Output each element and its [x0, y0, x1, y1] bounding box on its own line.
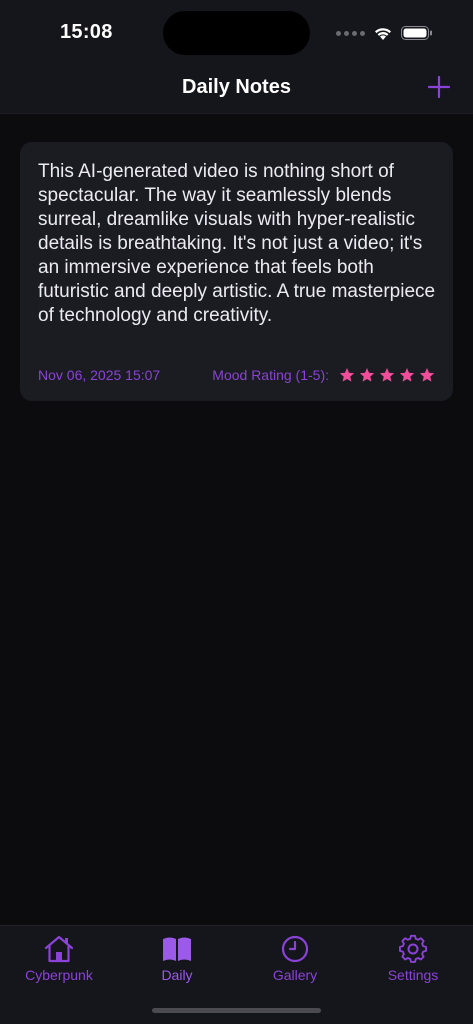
- navigation-bar: Daily Notes: [0, 64, 473, 114]
- star-rating: [339, 367, 435, 383]
- gear-icon: [399, 934, 427, 963]
- notes-list: This AI-generated video is nothing short…: [0, 114, 473, 925]
- wifi-icon: [375, 28, 391, 40]
- note-date: Nov 06, 2025 15:07: [38, 367, 161, 383]
- plus-icon[interactable]: [427, 75, 451, 99]
- tab-label: Gallery: [272, 967, 318, 983]
- star-icon: [419, 368, 435, 382]
- tab-cyberpunk[interactable]: Cyberpunk: [0, 934, 118, 990]
- note-text: This AI-generated video is nothing short…: [38, 161, 436, 326]
- mood-rating-label: Mood Rating (1-5):: [212, 367, 329, 383]
- book-icon: [163, 937, 191, 961]
- home-indicator: [152, 1008, 321, 1013]
- status-time: 15:08: [60, 21, 113, 43]
- tab-label: Cyberpunk: [25, 967, 93, 983]
- tab-label: Daily: [161, 967, 193, 983]
- page-title: Daily Notes: [182, 76, 291, 98]
- tab-gallery[interactable]: Gallery: [236, 934, 354, 990]
- star-icon: [339, 368, 355, 382]
- clock-icon: [281, 935, 309, 963]
- app-screen: 15:08 Daily Notes This AI-generated vide…: [0, 0, 473, 1024]
- cellular-signal-icon: [336, 30, 365, 36]
- dynamic-island: [163, 11, 310, 55]
- tab-daily[interactable]: Daily: [118, 934, 236, 990]
- house-icon: [44, 935, 74, 963]
- note-card[interactable]: This AI-generated video is nothing short…: [20, 142, 453, 401]
- star-icon: [379, 368, 395, 382]
- status-bar: 15:08: [0, 0, 473, 64]
- mood-rating: Mood Rating (1-5):: [212, 367, 435, 383]
- star-icon: [359, 368, 375, 382]
- note-meta: Nov 06, 2025 15:07 Mood Rating (1-5):: [38, 366, 435, 384]
- battery-icon: [401, 26, 432, 40]
- tab-settings[interactable]: Settings: [354, 934, 472, 990]
- status-icons: [336, 22, 433, 44]
- tab-label: Settings: [387, 967, 439, 983]
- star-icon: [399, 368, 415, 382]
